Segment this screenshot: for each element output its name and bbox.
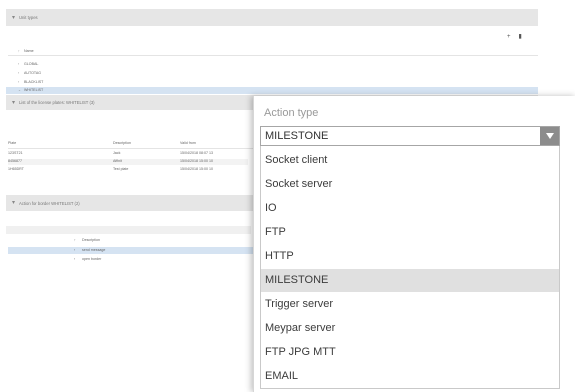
cell: Test plate (113, 167, 129, 171)
option-socket-server[interactable]: Socket server (261, 173, 559, 196)
option-meypar-server[interactable]: Meypar server (261, 317, 559, 340)
tree-item-label: send message (82, 248, 106, 252)
table-row[interactable]: 1H65DRT Test plate 15/04/2018 15:00 10 (8, 167, 248, 173)
chevron-down-icon (545, 133, 554, 139)
option-ftp[interactable]: FTP (261, 221, 559, 244)
tree-item: ⌄ WHITELIST (18, 87, 43, 93)
action-type-panel: Action type MILESTONE Socket client Sock… (253, 96, 575, 392)
tree-item-label: WHITELIST (24, 88, 44, 92)
option-label: EMAIL (265, 370, 299, 382)
action-type-selected-value: MILESTONE (265, 130, 329, 142)
tree-item[interactable]: › BLACKLIST (18, 79, 43, 85)
tree-item[interactable]: › open border (8, 256, 254, 263)
tree-header-label: Name (24, 49, 34, 53)
column-header[interactable]: Valid from (180, 141, 196, 145)
tree-item-label: AUTOTAG (24, 71, 42, 75)
cell: Jack (113, 151, 121, 155)
action-type-options-list: Socket client Socket server IO FTP HTTP … (260, 146, 560, 389)
option-label: FTP (265, 226, 286, 238)
expand-icon: › (74, 248, 76, 252)
chevron-down-icon: ▾ (12, 200, 16, 206)
option-label: Trigger server (265, 298, 334, 310)
option-ftp-jpg-mtt[interactable]: FTP JPG MTT (261, 341, 559, 364)
option-email[interactable]: EMAIL (261, 365, 559, 388)
tree-item-selected[interactable]: ⌄ WHITELIST (6, 87, 538, 94)
option-milestone[interactable]: MILESTONE (261, 269, 559, 292)
dropdown-toggle-button[interactable] (540, 127, 559, 145)
cell: 8456877 (8, 159, 22, 163)
tree-item-label: GLOBAL (24, 62, 39, 66)
sort-icon: ↑ (74, 238, 76, 242)
plus-icon[interactable]: + (507, 34, 511, 40)
tree-item-selected[interactable]: › send message (8, 247, 254, 254)
cell: 15/04/2018 15:00 10 (180, 167, 213, 171)
option-http[interactable]: HTTP (261, 245, 559, 268)
action-type-label: Action type (264, 107, 319, 119)
option-label: Socket client (265, 154, 328, 166)
option-trigger-server[interactable]: Trigger server (261, 293, 559, 316)
option-socket-client[interactable]: Socket client (261, 149, 559, 172)
grid-header: Plate Description Valid from (8, 141, 248, 147)
divider (8, 55, 538, 56)
cell: 123ST21 (8, 151, 23, 155)
types-toolbar: + ▮ (507, 34, 522, 40)
option-label: Meypar server (265, 322, 336, 334)
tree-item[interactable]: › AUTOTAG (18, 70, 41, 76)
trash-icon[interactable]: ▮ (519, 34, 522, 40)
tree-item[interactable]: › GLOBAL (18, 61, 38, 67)
option-label: IO (265, 202, 277, 214)
column-header[interactable]: Plate (8, 141, 16, 145)
section-header-actions[interactable]: ▾ Action for border WHITELIST (2) (6, 195, 253, 211)
tree-item-label: open border (82, 257, 102, 261)
cell: Affinit (113, 159, 122, 163)
action-type-select[interactable]: MILESTONE (260, 126, 560, 146)
cell: 15/04/2018 08:07 13 (180, 151, 213, 155)
option-io[interactable]: IO (261, 197, 559, 220)
tree-item-label: BLACKLIST (24, 80, 44, 84)
section-title: Unit types (19, 15, 38, 20)
section-title: List of the license plates: WHITELIST (3… (19, 100, 95, 105)
column-header[interactable]: Description (113, 141, 131, 145)
option-label: FTP JPG MTT (265, 346, 336, 358)
option-label: Socket server (265, 178, 333, 190)
chevron-down-icon: ▾ (12, 14, 16, 21)
tree-header: ↑ Name (18, 48, 34, 54)
cell: 1H65DRT (8, 167, 24, 171)
option-label: HTTP (265, 250, 294, 262)
option-label: MILESTONE (265, 274, 329, 286)
section-title: Action for border WHITELIST (2) (19, 200, 80, 206)
cell: 15/04/2018 15:00 10 (180, 159, 213, 163)
tree-header-label: Description (82, 238, 100, 242)
table-row[interactable]: 8456877 Affinit 15/04/2018 15:00 10 (8, 159, 248, 165)
table-row[interactable]: 123ST21 Jack 15/04/2018 08:07 13 (8, 151, 248, 157)
toolbar-band (6, 226, 251, 234)
divider (8, 148, 253, 149)
tree-header: ↑ Description (8, 237, 254, 244)
section-header-unit-types[interactable]: ▾ Unit types (6, 9, 538, 26)
chevron-down-icon: ▾ (12, 99, 16, 106)
expand-icon: › (74, 257, 76, 261)
